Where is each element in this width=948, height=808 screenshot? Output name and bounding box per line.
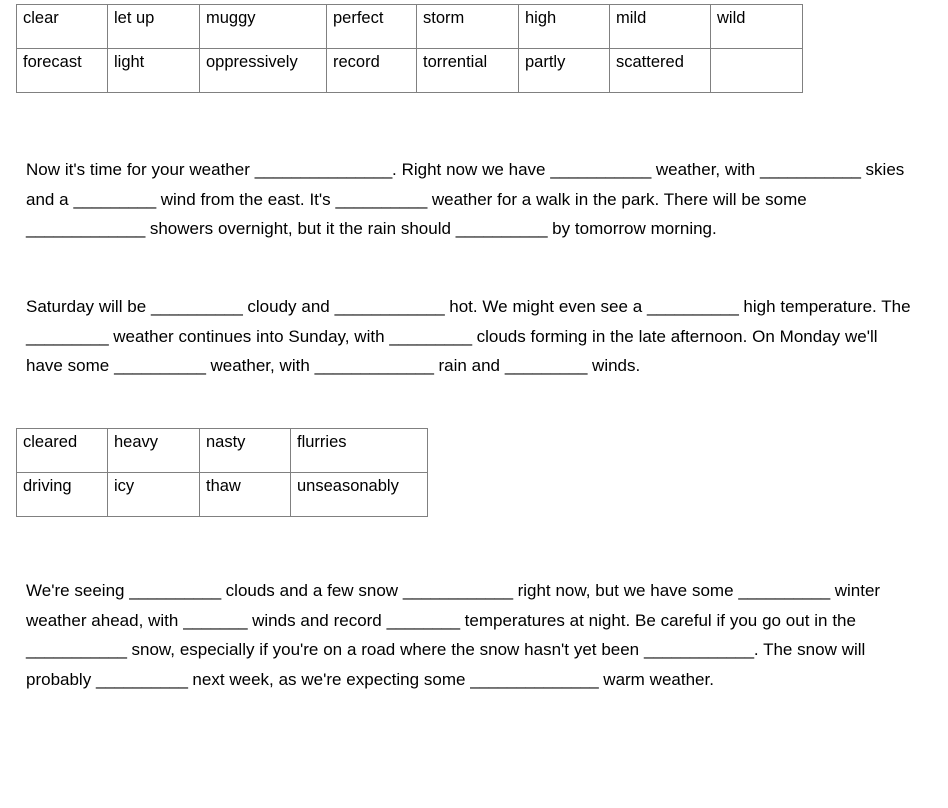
word-bank-word-cell: light <box>107 48 200 93</box>
paragraph-text: next week, as we're expecting some <box>187 669 471 689</box>
fill-in-blank[interactable]: __________ <box>129 581 221 600</box>
paragraph-text: Saturday will be <box>26 297 152 316</box>
fill-in-blank[interactable]: _____________ <box>315 356 434 375</box>
paragraph-text: right now, but we have some <box>512 581 739 600</box>
word-bank-word-cell: clear <box>16 4 108 49</box>
word-bank-word-cell: thaw <box>199 472 291 517</box>
paragraph-text: weather for a walk in the park. There wi… <box>427 189 807 209</box>
paragraph-text: Now it's time for your weather <box>26 160 255 179</box>
fill-in-blank[interactable]: __________ <box>151 297 243 316</box>
fill-in-blank[interactable]: ____________ <box>403 581 513 600</box>
word-bank-one-body: clear let up muggy perfect storm high mild wild… <box>16 4 803 93</box>
fill-in-blank[interactable]: __________ <box>456 219 548 238</box>
paragraph-text: clouds and a few snow <box>220 581 403 600</box>
paragraph-text: hot. We might even see a <box>444 297 648 316</box>
word-bank-word-cell: let up <box>107 4 200 49</box>
paragraph-text: winds and record <box>247 610 387 630</box>
word-bank-word-cell: high <box>518 4 610 49</box>
fill-in-blank[interactable]: ____________ <box>644 640 754 659</box>
fill-in-blank[interactable]: _________ <box>505 356 588 375</box>
fill-in-blank[interactable]: __________ <box>647 297 739 316</box>
word-bank-word-cell: scattered <box>609 48 711 93</box>
fill-in-blank[interactable]: ________ <box>387 611 461 630</box>
word-bank-word-cell: torrential <box>416 48 519 93</box>
fill-in-blank[interactable]: __________ <box>738 581 830 600</box>
fill-in-blank[interactable]: _________ <box>73 190 156 209</box>
table-row: clear let up muggy perfect storm high mild wild <box>16 4 803 49</box>
fill-in-blank[interactable]: __________ <box>96 670 188 689</box>
fill-in-blank[interactable]: __________ <box>335 190 427 209</box>
paragraph-text: by tomorrow morning. <box>547 219 717 238</box>
word-bank-word-cell: flurries <box>290 428 428 473</box>
paragraph-text: temperatures at night. Be careful if you… <box>459 610 856 630</box>
fill-in-blank[interactable]: __________ <box>114 356 206 375</box>
fill-in-blank[interactable]: ___________ <box>550 160 651 179</box>
word-bank-two-body: cleared heavy nasty flurries driving icy thaw u… <box>16 428 428 517</box>
word-bank-word-cell: unseasonably <box>290 472 428 517</box>
word-bank-word-cell: perfect <box>326 4 417 49</box>
word-bank-table-two: cleared heavy nasty flurries driving icy thaw u… <box>16 428 428 517</box>
paragraph-text: . Right now we have <box>392 160 551 179</box>
word-bank-word-cell: mild <box>609 4 711 49</box>
gap-fill-paragraph-one: Now it's time for your weather _________… <box>26 155 918 244</box>
table-row: driving icy thaw unseasonably <box>16 472 428 517</box>
fill-in-blank[interactable]: ___________ <box>26 640 127 659</box>
paragraph-text: rain and <box>433 356 505 375</box>
paragraph-text: warm weather. <box>598 669 714 689</box>
paragraph-text: weather continues into Sunday, with <box>108 326 390 346</box>
paragraph-text: We're seeing <box>26 581 130 600</box>
fill-in-blank[interactable]: ___________ <box>760 160 861 179</box>
word-bank-word-cell: driving <box>16 472 108 517</box>
gap-fill-paragraph-two: Saturday will be __________ cloudy and _… <box>26 292 918 381</box>
word-bank-word-cell <box>710 48 803 93</box>
fill-in-blank[interactable]: _________ <box>26 327 109 346</box>
word-bank-table-one: clear let up muggy perfect storm high mild wild… <box>16 4 803 93</box>
word-bank-word-cell: heavy <box>107 428 200 473</box>
paragraph-text: winds. <box>587 356 641 375</box>
gap-fill-paragraph-three: We're seeing __________ clouds and a few… <box>26 576 918 694</box>
word-bank-word-cell: record <box>326 48 417 93</box>
fill-in-blank[interactable]: _______________ <box>255 160 393 179</box>
fill-in-blank[interactable]: ______________ <box>470 670 598 689</box>
paragraph-text: wind from the east. It's <box>155 189 336 209</box>
word-bank-word-cell: storm <box>416 4 519 49</box>
word-bank-word-cell: oppressively <box>199 48 327 93</box>
paragraph-text: weather, with <box>205 356 315 375</box>
word-bank-word-cell: forecast <box>16 48 108 93</box>
paragraph-text: cloudy and <box>242 297 335 316</box>
paragraph-text: high temperature. The <box>738 297 911 316</box>
worksheet-page: clear let up muggy perfect storm high mild wild… <box>0 0 948 808</box>
word-bank-word-cell: muggy <box>199 4 327 49</box>
word-bank-word-cell: wild <box>710 4 803 49</box>
fill-in-blank[interactable]: _____________ <box>26 219 145 238</box>
word-bank-word-cell: nasty <box>199 428 291 473</box>
fill-in-blank[interactable]: _________ <box>389 327 472 346</box>
word-bank-word-cell: cleared <box>16 428 108 473</box>
table-row: cleared heavy nasty flurries <box>16 428 428 473</box>
word-bank-word-cell: partly <box>518 48 610 93</box>
word-bank-word-cell: icy <box>107 472 200 517</box>
fill-in-blank[interactable]: ____________ <box>335 297 445 316</box>
paragraph-text: snow, especially if you're on a road whe… <box>126 640 644 659</box>
table-row: forecast light oppressively record torrentia… <box>16 48 803 93</box>
paragraph-text: showers overnight, but it the rain shoul… <box>145 219 456 238</box>
paragraph-text: weather, with <box>651 160 761 179</box>
fill-in-blank[interactable]: _______ <box>183 611 247 630</box>
